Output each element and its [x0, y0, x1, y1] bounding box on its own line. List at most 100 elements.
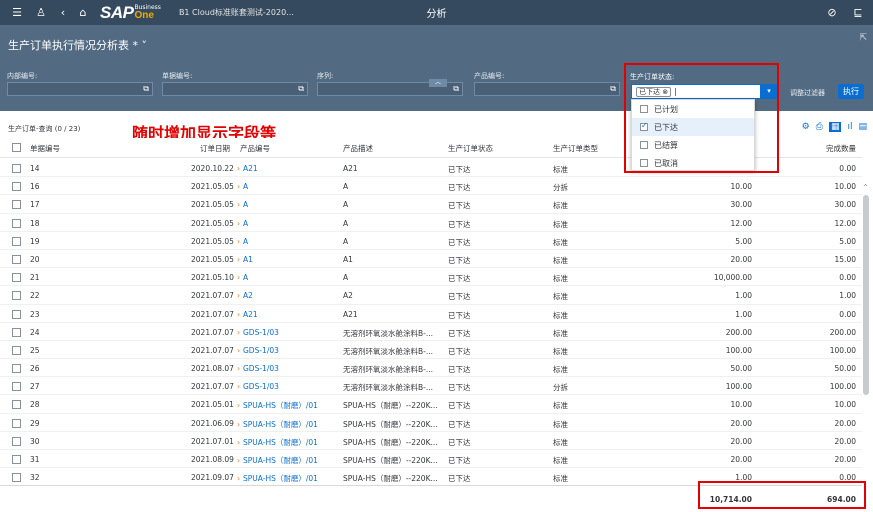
table-row[interactable]: 32 2021.09.07 › SPUA-HS（耐磨）/01 SPUA-HS（耐磨）--…	[0, 468, 862, 487]
table-row[interactable]: 25 2021.07.07 › GDS-1/03 无溶剂环氧淡水舱涂料B-... 已下达 标…	[0, 341, 862, 360]
navigate-chevron-icon[interactable]: ›	[237, 164, 240, 173]
navigate-chevron-icon[interactable]: ›	[237, 456, 240, 465]
row-checkbox[interactable]	[12, 473, 21, 483]
scroll-up-icon[interactable]: ^	[863, 184, 868, 191]
checkbox[interactable]	[640, 159, 648, 167]
row-checkbox[interactable]	[12, 200, 21, 210]
cell-product-link[interactable]: › A	[237, 219, 248, 228]
col-order-status[interactable]: 生产订单状态	[448, 143, 493, 154]
cell-product-link[interactable]: › GDS-1/03	[237, 382, 279, 391]
navigate-chevron-icon[interactable]: ›	[237, 273, 240, 282]
row-checkbox[interactable]	[12, 182, 21, 192]
cell-product-link[interactable]: › A	[237, 182, 248, 191]
navigate-chevron-icon[interactable]: ›	[237, 364, 240, 373]
table-row[interactable]: 27 2021.07.07 › GDS-1/03 无溶剂环氧淡水舱涂料B-... 已下达 分…	[0, 377, 862, 396]
row-checkbox[interactable]	[12, 164, 21, 173]
navigate-chevron-icon[interactable]: ›	[237, 255, 240, 264]
cell-product-link[interactable]: › A	[237, 273, 248, 282]
cell-product-link[interactable]: › SPUA-HS（耐磨）/01	[237, 437, 318, 448]
navigate-chevron-icon[interactable]: ›	[237, 346, 240, 355]
row-checkbox[interactable]	[12, 327, 21, 337]
row-checkbox[interactable]	[12, 309, 21, 319]
row-checkbox[interactable]	[12, 455, 21, 464]
row-checkbox[interactable]	[12, 254, 21, 264]
row-checkbox[interactable]	[12, 273, 21, 283]
settings-icon[interactable]: ⚙	[802, 122, 810, 132]
cell-product-link[interactable]: › A1	[237, 255, 253, 264]
notifications-icon[interactable]: ⊑	[849, 6, 867, 19]
col-completed-qty[interactable]: 完成数量	[826, 143, 856, 154]
row-checkbox[interactable]	[12, 400, 21, 410]
help-icon[interactable]: ⊘	[823, 6, 841, 19]
row-checkbox[interactable]	[12, 291, 21, 301]
navigate-chevron-icon[interactable]: ›	[237, 401, 240, 410]
navigate-chevron-icon[interactable]: ›	[237, 382, 240, 391]
navigate-chevron-icon[interactable]: ›	[237, 420, 240, 429]
sap-logo[interactable]: SAP Business One	[100, 3, 161, 22]
cell-product-link[interactable]: › GDS-1/03	[237, 328, 279, 337]
navigate-chevron-icon[interactable]: ›	[237, 310, 240, 319]
checkbox[interactable]	[640, 105, 648, 113]
value-help-icon[interactable]: ⧉	[143, 84, 149, 94]
checkbox-checked[interactable]	[640, 121, 648, 131]
value-help-icon[interactable]: ⧉	[453, 84, 459, 94]
table-row[interactable]: 17 2021.05.05 › A A 已下达 标准 30.00 30.00	[0, 195, 862, 214]
cell-product-link[interactable]: › A	[237, 200, 248, 209]
status-option-closed[interactable]: 已结算	[632, 136, 754, 154]
table-row[interactable]: 19 2021.05.05 › A A 已下达 标准 5.00 5.00	[0, 232, 862, 250]
table-row[interactable]: 18 2021.05.05 › A A 已下达 标准 12.00 12.00	[0, 214, 862, 232]
adapt-filters-link[interactable]: 调整过滤器	[790, 88, 825, 98]
chart-view-icon[interactable]: ıl	[847, 122, 852, 132]
cell-product-link[interactable]: › GDS-1/03	[237, 346, 279, 355]
row-checkbox[interactable]	[12, 382, 21, 392]
navigate-chevron-icon[interactable]: ›	[237, 237, 240, 246]
checkbox[interactable]	[640, 141, 648, 149]
back-icon[interactable]: ‹	[54, 6, 72, 19]
navigate-chevron-icon[interactable]: ›	[237, 219, 240, 228]
chevron-down-icon[interactable]: ˅	[142, 39, 148, 52]
table-row[interactable]: 31 2021.08.09 › SPUA-HS（耐磨）/01 SPUA-HS（耐磨）--…	[0, 450, 862, 469]
menu-icon[interactable]: ☰	[8, 6, 26, 19]
chart-table-icon[interactable]: ▤	[858, 122, 867, 132]
navigate-chevron-icon[interactable]: ›	[237, 291, 240, 300]
expand-icon[interactable]: ⇱	[859, 33, 867, 43]
row-checkbox[interactable]	[12, 418, 21, 428]
table-row[interactable]: 29 2021.06.09 › SPUA-HS（耐磨）/01 SPUA-HS（耐磨）--…	[0, 414, 862, 432]
status-option-released[interactable]: 已下达	[632, 118, 754, 136]
doc-no-input[interactable]: ⧉	[162, 82, 308, 96]
execute-button[interactable]: 执行	[838, 84, 864, 99]
table-row[interactable]: 22 2021.07.07 › A2 A2 已下达 标准 1.00 1.00	[0, 286, 862, 305]
status-token[interactable]: 已下达 ⊗	[636, 86, 672, 97]
row-checkbox[interactable]	[12, 364, 21, 374]
navigate-chevron-icon[interactable]: ›	[237, 328, 240, 337]
dropdown-arrow-icon[interactable]: ▾	[760, 85, 778, 98]
user-icon[interactable]: ♙	[32, 6, 50, 19]
status-multicombo[interactable]: 已下达 ⊗ | ▾	[631, 84, 779, 99]
export-icon[interactable]: ⎙	[816, 122, 823, 132]
col-product-desc[interactable]: 产品描述	[343, 143, 373, 154]
value-help-icon[interactable]: ⧉	[610, 84, 616, 94]
navigate-chevron-icon[interactable]: ›	[237, 200, 240, 209]
cell-product-link[interactable]: › A2	[237, 291, 253, 300]
row-checkbox[interactable]	[12, 218, 21, 228]
table-row[interactable]: 23 2021.07.07 › A21 A21 已下达 标准 1.00 0.00	[0, 305, 862, 323]
row-checkbox[interactable]	[12, 436, 21, 446]
cell-product-link[interactable]: › SPUA-HS（耐磨）/01	[237, 400, 318, 411]
cell-product-link[interactable]: › A21	[237, 310, 258, 319]
cell-product-link[interactable]: › A	[237, 237, 248, 246]
vertical-scrollbar[interactable]	[863, 195, 869, 395]
cell-product-link[interactable]: › SPUA-HS（耐磨）/01	[237, 473, 318, 484]
cell-product-link[interactable]: › GDS-1/03	[237, 364, 279, 373]
cell-product-link[interactable]: › A21	[237, 164, 258, 173]
navigate-chevron-icon[interactable]: ›	[237, 438, 240, 447]
col-order-date[interactable]: 订单日期	[200, 143, 230, 154]
company-name[interactable]: B1 Cloud标准账套测试-2020...	[179, 7, 294, 18]
table-row[interactable]: 21 2021.05.10 › A A 已下达 标准 10,000.00 0.00	[0, 268, 862, 287]
table-view-icon[interactable]: ▦	[828, 122, 842, 132]
table-row[interactable]: 16 2021.05.05 › A A 已下达 分拆 10.00 10.00	[0, 177, 862, 196]
col-order-type[interactable]: 生产订单类型	[553, 143, 598, 154]
navigate-chevron-icon[interactable]: ›	[237, 474, 240, 483]
internal-no-input[interactable]: ⧉	[7, 82, 153, 96]
select-all-checkbox[interactable]	[12, 143, 21, 152]
page-title[interactable]: 生产订单执行情况分析表 * ˅	[8, 37, 147, 53]
